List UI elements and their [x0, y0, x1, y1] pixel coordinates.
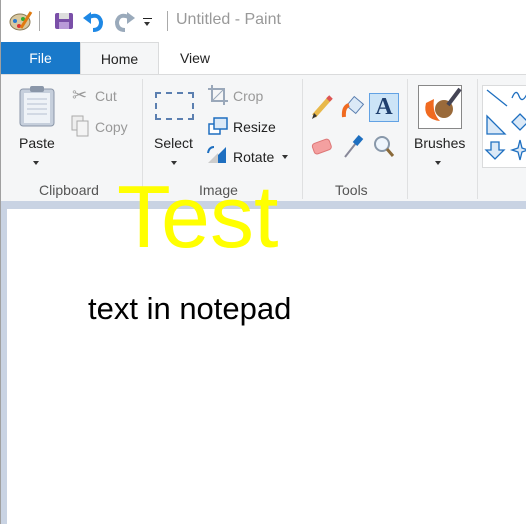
undo-icon[interactable] [83, 10, 105, 32]
fill-bucket-icon[interactable] [341, 95, 365, 119]
brushes-label: Brushes [414, 135, 466, 151]
drawing-canvas[interactable]: Test text in notepad [7, 167, 526, 524]
rotate-label: Rotate [233, 149, 275, 165]
crop-label: Crop [233, 88, 264, 104]
rotate-icon [207, 146, 226, 163]
redo-icon[interactable] [113, 10, 135, 32]
shapes-icon [484, 89, 526, 161]
copy-icon [71, 115, 89, 137]
clipboard-group-label: Clipboard [39, 182, 99, 198]
canvas-text-notepad: text in notepad [88, 291, 292, 326]
tools-group-label: Tools [335, 182, 368, 198]
tab-home[interactable]: Home [80, 42, 159, 75]
window-title: Untitled - Paint [176, 11, 281, 28]
select-icon [155, 92, 194, 120]
pencil-icon[interactable] [311, 95, 333, 119]
resize-icon [208, 117, 228, 135]
tab-view[interactable]: View [159, 42, 231, 74]
crop-icon [208, 85, 228, 105]
shapes-gallery[interactable] [482, 85, 526, 168]
paste-icon [19, 86, 55, 127]
scissors-icon: ✂ [72, 85, 88, 105]
paste-label: Paste [19, 135, 55, 151]
resize-label: Resize [233, 119, 276, 135]
text-tool-icon[interactable]: A [369, 93, 399, 122]
ribbon-tabs: File Home View [1, 42, 526, 75]
brushes-icon [418, 85, 462, 129]
magnifier-icon[interactable] [373, 135, 395, 159]
canvas-text-test: Test [117, 167, 279, 266]
customize-icon[interactable] [143, 18, 152, 19]
color-picker-icon[interactable] [342, 133, 364, 159]
select-label: Select [154, 135, 193, 151]
title-bar: Untitled - Paint [1, 0, 526, 42]
cut-label: Cut [95, 88, 117, 104]
tab-file[interactable]: File [1, 42, 80, 74]
eraser-icon[interactable] [310, 137, 334, 157]
copy-label: Copy [95, 119, 128, 135]
paint-app-icon[interactable] [9, 10, 33, 32]
save-icon[interactable] [54, 12, 74, 30]
